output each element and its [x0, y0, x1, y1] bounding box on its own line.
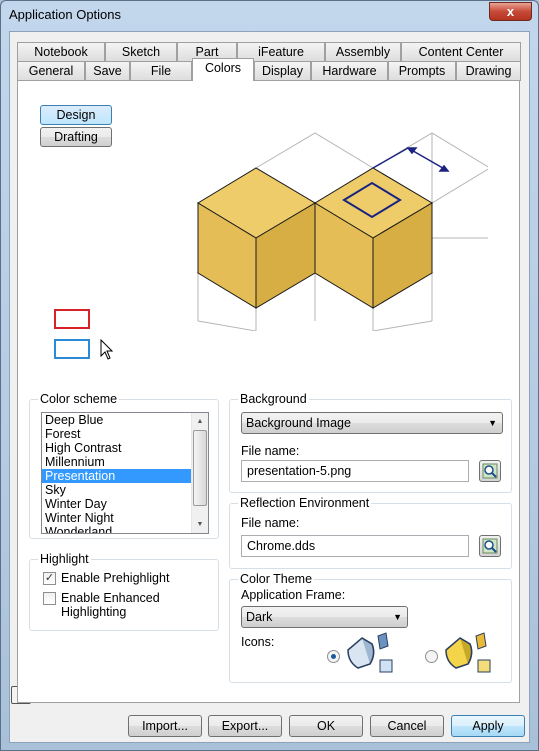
close-button[interactable]: x	[489, 2, 532, 21]
enhanced-highlight-label-2: Highlighting	[61, 605, 127, 619]
list-item-selected[interactable]: Presentation	[42, 469, 208, 483]
icon-theme-blue-radio[interactable]	[327, 650, 340, 663]
color-scheme-group: Color scheme Deep Blue Forest High Contr…	[29, 392, 219, 539]
icon-theme-yellow-radio[interactable]	[425, 650, 438, 663]
yellow-part-icon	[445, 632, 491, 673]
blue-part-icon	[347, 632, 393, 673]
tab-assembly[interactable]: Assembly	[325, 42, 401, 62]
tab-content-center[interactable]: Content Center	[401, 42, 521, 62]
list-item[interactable]: Winter Night	[42, 511, 208, 525]
tab-save[interactable]: Save	[85, 61, 130, 81]
color-scheme-label: Color scheme	[38, 392, 120, 406]
tab-notebook[interactable]: Notebook	[17, 42, 105, 62]
magnifier-icon	[482, 538, 498, 554]
prehighlight-label: Enable Prehighlight	[61, 571, 170, 585]
magnifier-icon	[482, 463, 498, 479]
reflection-label: Reflection Environment	[238, 496, 372, 510]
export-button[interactable]: Export...	[208, 715, 282, 737]
highlight-label: Highlight	[38, 552, 91, 566]
tab-general[interactable]: General	[17, 61, 85, 81]
import-button[interactable]: Import...	[128, 715, 202, 737]
reflection-file-field[interactable]: Chrome.dds	[241, 535, 469, 557]
cursor-arrow-icon	[100, 339, 114, 360]
scroll-down-icon[interactable]: ▼	[192, 516, 208, 533]
background-label: Background	[238, 392, 309, 406]
title-bar[interactable]: Application Options x	[1, 1, 538, 29]
tab-hardware[interactable]: Hardware	[311, 61, 388, 81]
apply-button[interactable]: Apply	[451, 715, 525, 737]
dropdown-arrow-icon: ▼	[488, 418, 497, 428]
tab-file[interactable]: File	[130, 61, 192, 81]
background-file-label: File name:	[241, 444, 300, 458]
cancel-button[interactable]: Cancel	[370, 715, 444, 737]
background-group: Background Background Image ▼ File name:…	[229, 392, 512, 493]
application-options-window: Application Options x Notebook Sketch Pa…	[0, 0, 539, 751]
background-type-value: Background Image	[246, 416, 351, 430]
colors-tab-panel: Design Drafting Color scheme Deep Blue F…	[17, 80, 520, 703]
enhanced-highlight-checkbox[interactable]	[43, 592, 56, 605]
application-frame-value: Dark	[246, 610, 273, 624]
list-item[interactable]: High Contrast	[42, 441, 208, 455]
ok-button[interactable]: OK	[289, 715, 363, 737]
color-scheme-list[interactable]: Deep Blue Forest High Contrast Millenniu…	[41, 412, 209, 534]
list-item[interactable]: Winter Day	[42, 497, 208, 511]
background-browse-button[interactable]	[479, 460, 501, 482]
dropdown-arrow-icon: ▼	[393, 612, 402, 622]
icons-label: Icons:	[241, 635, 275, 649]
list-item[interactable]: Deep Blue	[42, 413, 208, 427]
application-frame-select[interactable]: Dark ▼	[241, 606, 408, 628]
list-item[interactable]: Sky	[42, 483, 208, 497]
tab-prompts[interactable]: Prompts	[388, 61, 456, 81]
list-item[interactable]: Wonderland	[42, 525, 208, 533]
tab-drawing[interactable]: Drawing	[456, 61, 521, 81]
color-theme-group: Color Theme Application Frame: Dark ▼ Ic…	[229, 572, 512, 683]
reflection-file-label: File name:	[241, 516, 300, 530]
drafting-button[interactable]: Drafting	[40, 127, 112, 147]
enhanced-highlight-label: Enable Enhanced	[61, 591, 160, 605]
tab-sketch[interactable]: Sketch	[105, 42, 177, 62]
prehighlight-checkbox[interactable]: ✓	[43, 572, 56, 585]
scroll-up-icon[interactable]: ▲	[192, 413, 208, 430]
list-item[interactable]: Millennium	[42, 455, 208, 469]
tab-colors[interactable]: Colors	[192, 58, 254, 81]
background-file-field[interactable]: presentation-5.png	[241, 460, 469, 482]
background-type-select[interactable]: Background Image ▼	[241, 412, 503, 434]
color-theme-label: Color Theme	[238, 572, 315, 586]
application-frame-label: Application Frame:	[241, 588, 346, 602]
window-title: Application Options	[9, 7, 122, 22]
color-scheme-preview	[196, 132, 488, 331]
design-button[interactable]: Design	[40, 105, 112, 125]
highlight-red-swatch	[54, 309, 90, 329]
reflection-environment-group: Reflection Environment File name: Chrome…	[229, 496, 512, 569]
list-item[interactable]: Forest	[42, 427, 208, 441]
tab-display[interactable]: Display	[254, 61, 311, 81]
highlight-blue-swatch	[54, 339, 90, 359]
list-scrollbar[interactable]: ▲ ▼	[191, 413, 208, 533]
highlight-group: Highlight ✓ Enable Prehighlight Enable E…	[29, 552, 219, 631]
reflection-browse-button[interactable]	[479, 535, 501, 557]
scroll-thumb[interactable]	[193, 430, 207, 506]
